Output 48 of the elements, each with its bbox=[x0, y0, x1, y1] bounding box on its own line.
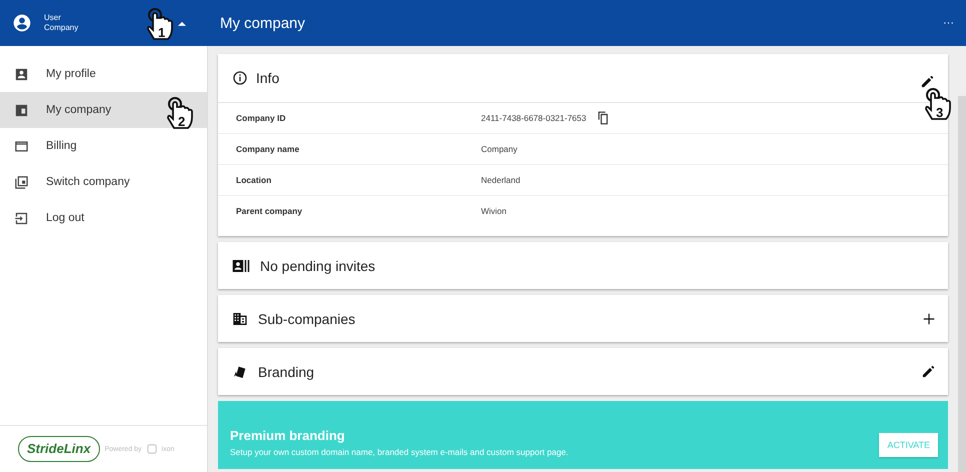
logout-icon bbox=[14, 210, 29, 226]
contact-card-icon bbox=[232, 258, 250, 272]
hand-cursor-icon bbox=[146, 8, 176, 42]
caret-icon[interactable] bbox=[178, 20, 186, 26]
section-title: No pending invites bbox=[260, 258, 376, 274]
brand-logo-icon bbox=[146, 444, 157, 454]
copy-icon[interactable] bbox=[596, 111, 610, 125]
sidebar-item[interactable]: Billing bbox=[0, 128, 207, 164]
field-value: Wivion bbox=[481, 206, 507, 216]
callout-number: 1 bbox=[158, 25, 166, 40]
credit-card-icon bbox=[14, 138, 29, 154]
profile-card-icon bbox=[14, 66, 29, 82]
scrollbar[interactable] bbox=[958, 96, 966, 472]
more-button[interactable]: ··· bbox=[943, 17, 954, 29]
field-label: Company ID bbox=[236, 113, 287, 123]
company-icon bbox=[14, 102, 29, 118]
pencil-icon[interactable] bbox=[920, 74, 935, 89]
sidebar-item[interactable]: My profile bbox=[0, 56, 207, 92]
page-title: My company bbox=[219, 14, 306, 32]
sidebar-item[interactable]: Log out bbox=[0, 200, 207, 236]
pencil-icon[interactable] bbox=[921, 364, 936, 379]
field-value: Company bbox=[481, 144, 518, 154]
field-label: Parent company bbox=[236, 206, 304, 216]
callout-number: 3 bbox=[936, 105, 944, 120]
add-icon[interactable] bbox=[922, 312, 936, 326]
company-name: Company bbox=[44, 23, 78, 33]
account-icon[interactable] bbox=[12, 13, 32, 33]
field-label: Company name bbox=[236, 144, 300, 154]
sidebar-item[interactable]: Switch company bbox=[0, 164, 207, 200]
section-card[interactable]: No pending invites bbox=[218, 242, 948, 289]
banner-title: Premium branding bbox=[230, 428, 346, 443]
hand-cursor-icon bbox=[166, 97, 196, 131]
field-label: Location bbox=[236, 175, 272, 185]
field-value: 2411-7438-6678-0321-7653 bbox=[481, 113, 586, 123]
logo: StrideLinx bbox=[18, 436, 100, 462]
building-icon bbox=[232, 310, 248, 326]
section-card[interactable]: Branding bbox=[218, 348, 948, 395]
user-name: User bbox=[44, 13, 61, 23]
callout-number: 2 bbox=[178, 114, 186, 129]
field-value: Nederland bbox=[481, 175, 520, 185]
section-title: Sub-companies bbox=[258, 310, 356, 326]
stacked-pages-icon bbox=[14, 174, 29, 190]
card-title: Info bbox=[256, 70, 280, 86]
section-card[interactable]: Sub-companies bbox=[218, 295, 948, 342]
info-icon bbox=[232, 70, 248, 86]
swatches-icon bbox=[232, 364, 248, 380]
banner-text: Setup your own custom domain name, branded system e-mails and custom support page. bbox=[230, 447, 570, 457]
section-title: Branding bbox=[258, 364, 316, 380]
